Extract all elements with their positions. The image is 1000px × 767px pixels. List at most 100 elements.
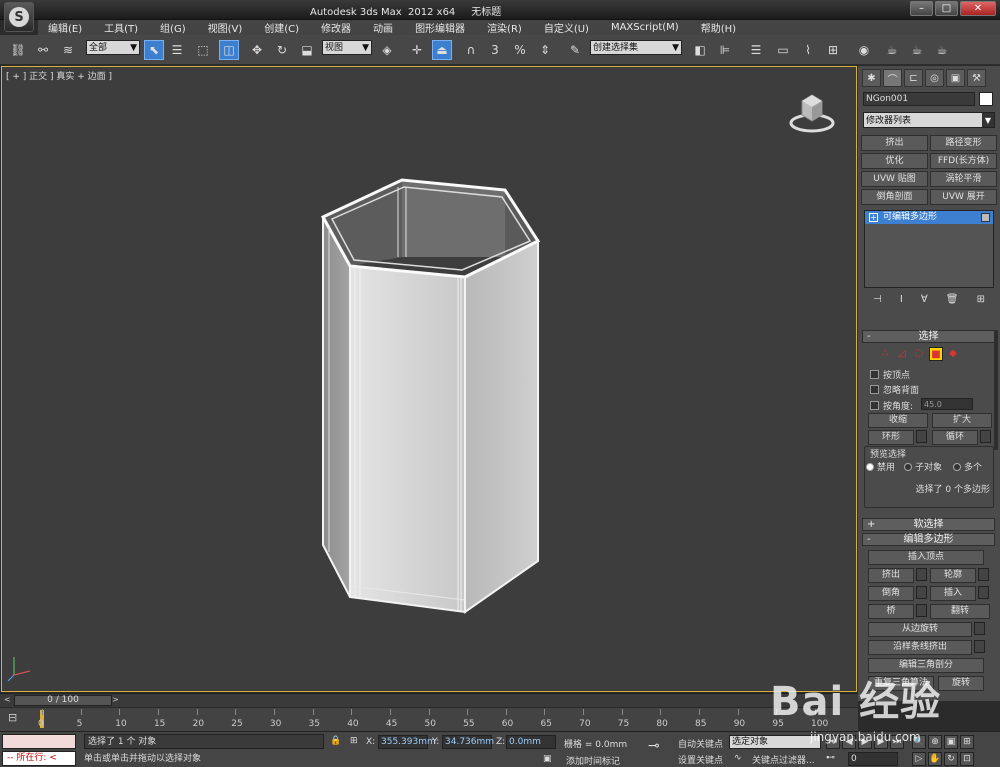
expand-icon[interactable]: + <box>869 213 878 222</box>
app-logo-button[interactable]: S <box>4 2 34 32</box>
create-tab-icon[interactable]: ✱ <box>862 69 881 87</box>
menu-animation[interactable]: 动画 <box>363 20 405 35</box>
align-icon[interactable]: ⊫ <box>715 40 735 60</box>
menu-rendering[interactable]: 渲染(R) <box>477 20 534 35</box>
go-to-start-icon[interactable]: ⏮ <box>826 735 840 749</box>
vertex-mode-icon[interactable]: ∴ <box>878 347 892 361</box>
snap-toggle-icon[interactable]: ∩ <box>461 40 481 60</box>
rectangle-selection-icon[interactable]: ⬚ <box>193 40 213 60</box>
select-by-name-icon[interactable]: ☰ <box>167 40 187 60</box>
inset-settings-icon[interactable] <box>978 586 989 599</box>
graphite-ribbon-icon[interactable]: ▭ <box>773 40 793 60</box>
bridge-button[interactable]: 桥 <box>868 604 914 619</box>
soft-selection-rollout-header[interactable]: + 软选择 <box>862 518 995 531</box>
modify-tab-icon[interactable]: ⌒ <box>883 69 902 87</box>
prev-key-icon[interactable]: ◀ <box>842 735 856 749</box>
orbit-icon[interactable]: ↻ <box>944 752 958 766</box>
insert-vertex-button[interactable]: 插入顶点 <box>868 550 984 565</box>
bevel-button[interactable]: 倒角 <box>868 586 914 601</box>
menu-views[interactable]: 视图(V) <box>198 20 255 35</box>
bind-space-warp-icon[interactable]: ≋ <box>58 40 78 60</box>
modifier-unwrap-button[interactable]: UVW 展开 <box>930 189 997 205</box>
selection-rollout-header[interactable]: - 选择 <box>862 330 995 343</box>
key-mode-icon[interactable]: ⊷ <box>826 753 835 763</box>
mini-curve-editor-icon[interactable]: ⊟ <box>8 711 17 724</box>
percent-snap-icon[interactable]: % <box>510 40 530 60</box>
lock-selection-icon[interactable]: 🔒 <box>330 736 341 746</box>
next-key-icon[interactable]: ▶ <box>874 735 888 749</box>
go-to-end-icon[interactable]: ⏭ <box>890 735 904 749</box>
add-time-tag-text[interactable]: 添加时间标记 <box>566 754 620 767</box>
shrink-button[interactable]: 收缩 <box>868 413 928 428</box>
scale-icon[interactable]: ⬓ <box>297 40 317 60</box>
preview-disabled-radio[interactable]: 禁用 <box>866 460 895 473</box>
show-end-result-icon[interactable]: Ⅰ <box>900 294 903 305</box>
unlink-icon[interactable]: ⚯ <box>33 40 53 60</box>
material-editor-icon[interactable]: ◉ <box>854 40 874 60</box>
modifier-ffd-button[interactable]: FFD(长方体) <box>930 153 997 169</box>
key-filters-icon[interactable]: ∿ <box>734 753 742 763</box>
loop-spinner[interactable] <box>980 430 991 443</box>
panel-scrollbar[interactable] <box>994 330 998 450</box>
time-slider[interactable]: < 0 / 100 > <box>0 693 858 707</box>
trackbar[interactable]: ⊟ 0 5 10 15 20 25 30 35 40 45 50 55 60 65 70 75 80 85 90 95… <box>0 707 858 731</box>
modifier-optimize-button[interactable]: 优化 <box>861 153 928 169</box>
spinner-snap-icon[interactable]: ⇕ <box>535 40 555 60</box>
outline-settings-icon[interactable] <box>978 568 989 581</box>
pivot-center-icon[interactable]: ◈ <box>377 40 397 60</box>
set-key-button[interactable]: 设置关键点 <box>678 753 723 766</box>
motion-tab-icon[interactable]: ◎ <box>925 69 944 87</box>
transform-mode-icon[interactable]: ⊞ <box>350 736 358 746</box>
hierarchy-tab-icon[interactable]: ⊏ <box>904 69 923 87</box>
select-object-icon[interactable]: ⬉ <box>144 40 164 60</box>
bridge-settings-icon[interactable] <box>916 604 927 617</box>
menu-help[interactable]: 帮助(H) <box>691 20 748 35</box>
object-color-swatch[interactable] <box>979 92 993 106</box>
prev-frame-arrow-icon[interactable]: < <box>4 695 12 706</box>
select-manipulate-icon[interactable]: ✛ <box>407 40 427 60</box>
menu-edit[interactable]: 编辑(E) <box>38 20 94 35</box>
perspective-viewport[interactable]: [ + ] 正交 ] 真实 + 边面 ] <box>1 66 857 692</box>
polygon-mode-icon[interactable]: ■ <box>929 347 943 361</box>
grow-button[interactable]: 扩大 <box>932 413 992 428</box>
time-tag-icon[interactable]: ▣ <box>543 754 552 764</box>
hinge-settings-icon[interactable] <box>974 622 985 635</box>
make-unique-icon[interactable]: ∀ <box>921 294 928 305</box>
modifier-toggle-icon[interactable] <box>981 213 990 222</box>
angle-snap-icon[interactable]: 3 <box>485 40 505 60</box>
x-coord-field[interactable]: 355.393mm <box>378 735 436 749</box>
zoom-icon[interactable]: 🔍 <box>912 735 926 749</box>
extrude-settings-icon[interactable] <box>916 568 927 581</box>
z-coord-field[interactable]: 0.0mm <box>506 735 556 749</box>
object-name-field[interactable]: NGon001 <box>863 92 975 106</box>
remove-modifier-icon[interactable]: 🗑 <box>946 294 959 305</box>
edit-triangulation-button[interactable]: 编辑三角剖分 <box>868 658 984 673</box>
menu-create[interactable]: 创建(C) <box>254 20 311 35</box>
render-production-icon[interactable]: ☕ <box>932 40 952 60</box>
preview-subobject-radio[interactable]: 子对象 <box>904 460 942 473</box>
mirror-icon[interactable]: ◧ <box>690 40 710 60</box>
window-crossing-icon[interactable]: ◫ <box>219 40 239 60</box>
modifier-list-select[interactable]: 修改器列表 ▼ <box>863 112 995 128</box>
extrude-spline-settings-icon[interactable] <box>974 640 985 653</box>
zoom-all-icon[interactable]: ⊕ <box>928 735 942 749</box>
by-angle-spinner[interactable]: 45.0 <box>921 398 973 410</box>
zoom-extents-icon[interactable]: ▣ <box>944 735 958 749</box>
auto-key-button[interactable]: 自动关键点 <box>678 737 723 750</box>
render-setup-icon[interactable]: ☕ <box>882 40 902 60</box>
pan-icon[interactable]: ✋ <box>928 752 942 766</box>
named-selection-select[interactable]: 创建选择集 ▼ <box>590 40 682 55</box>
y-coord-field[interactable]: 34.736mm <box>442 735 494 749</box>
loop-button[interactable]: 循环 <box>932 430 978 445</box>
play-icon[interactable]: ▶ <box>858 735 872 749</box>
edit-named-selection-icon[interactable]: ✎ <box>565 40 585 60</box>
move-icon[interactable]: ✥ <box>247 40 267 60</box>
menu-group[interactable]: 组(G) <box>150 20 198 35</box>
modifier-bevelprofile-button[interactable]: 倒角剖面 <box>861 189 928 205</box>
key-icon[interactable]: ⊸ <box>648 738 660 754</box>
border-mode-icon[interactable]: ◌ <box>912 347 926 361</box>
turn-button[interactable]: 旋转 <box>938 676 984 691</box>
selected-objects-select[interactable]: 选定对象 <box>729 735 821 749</box>
menu-maxscript[interactable]: MAXScript(M) <box>601 22 691 33</box>
utilities-tab-icon[interactable]: ⚒ <box>967 69 986 87</box>
